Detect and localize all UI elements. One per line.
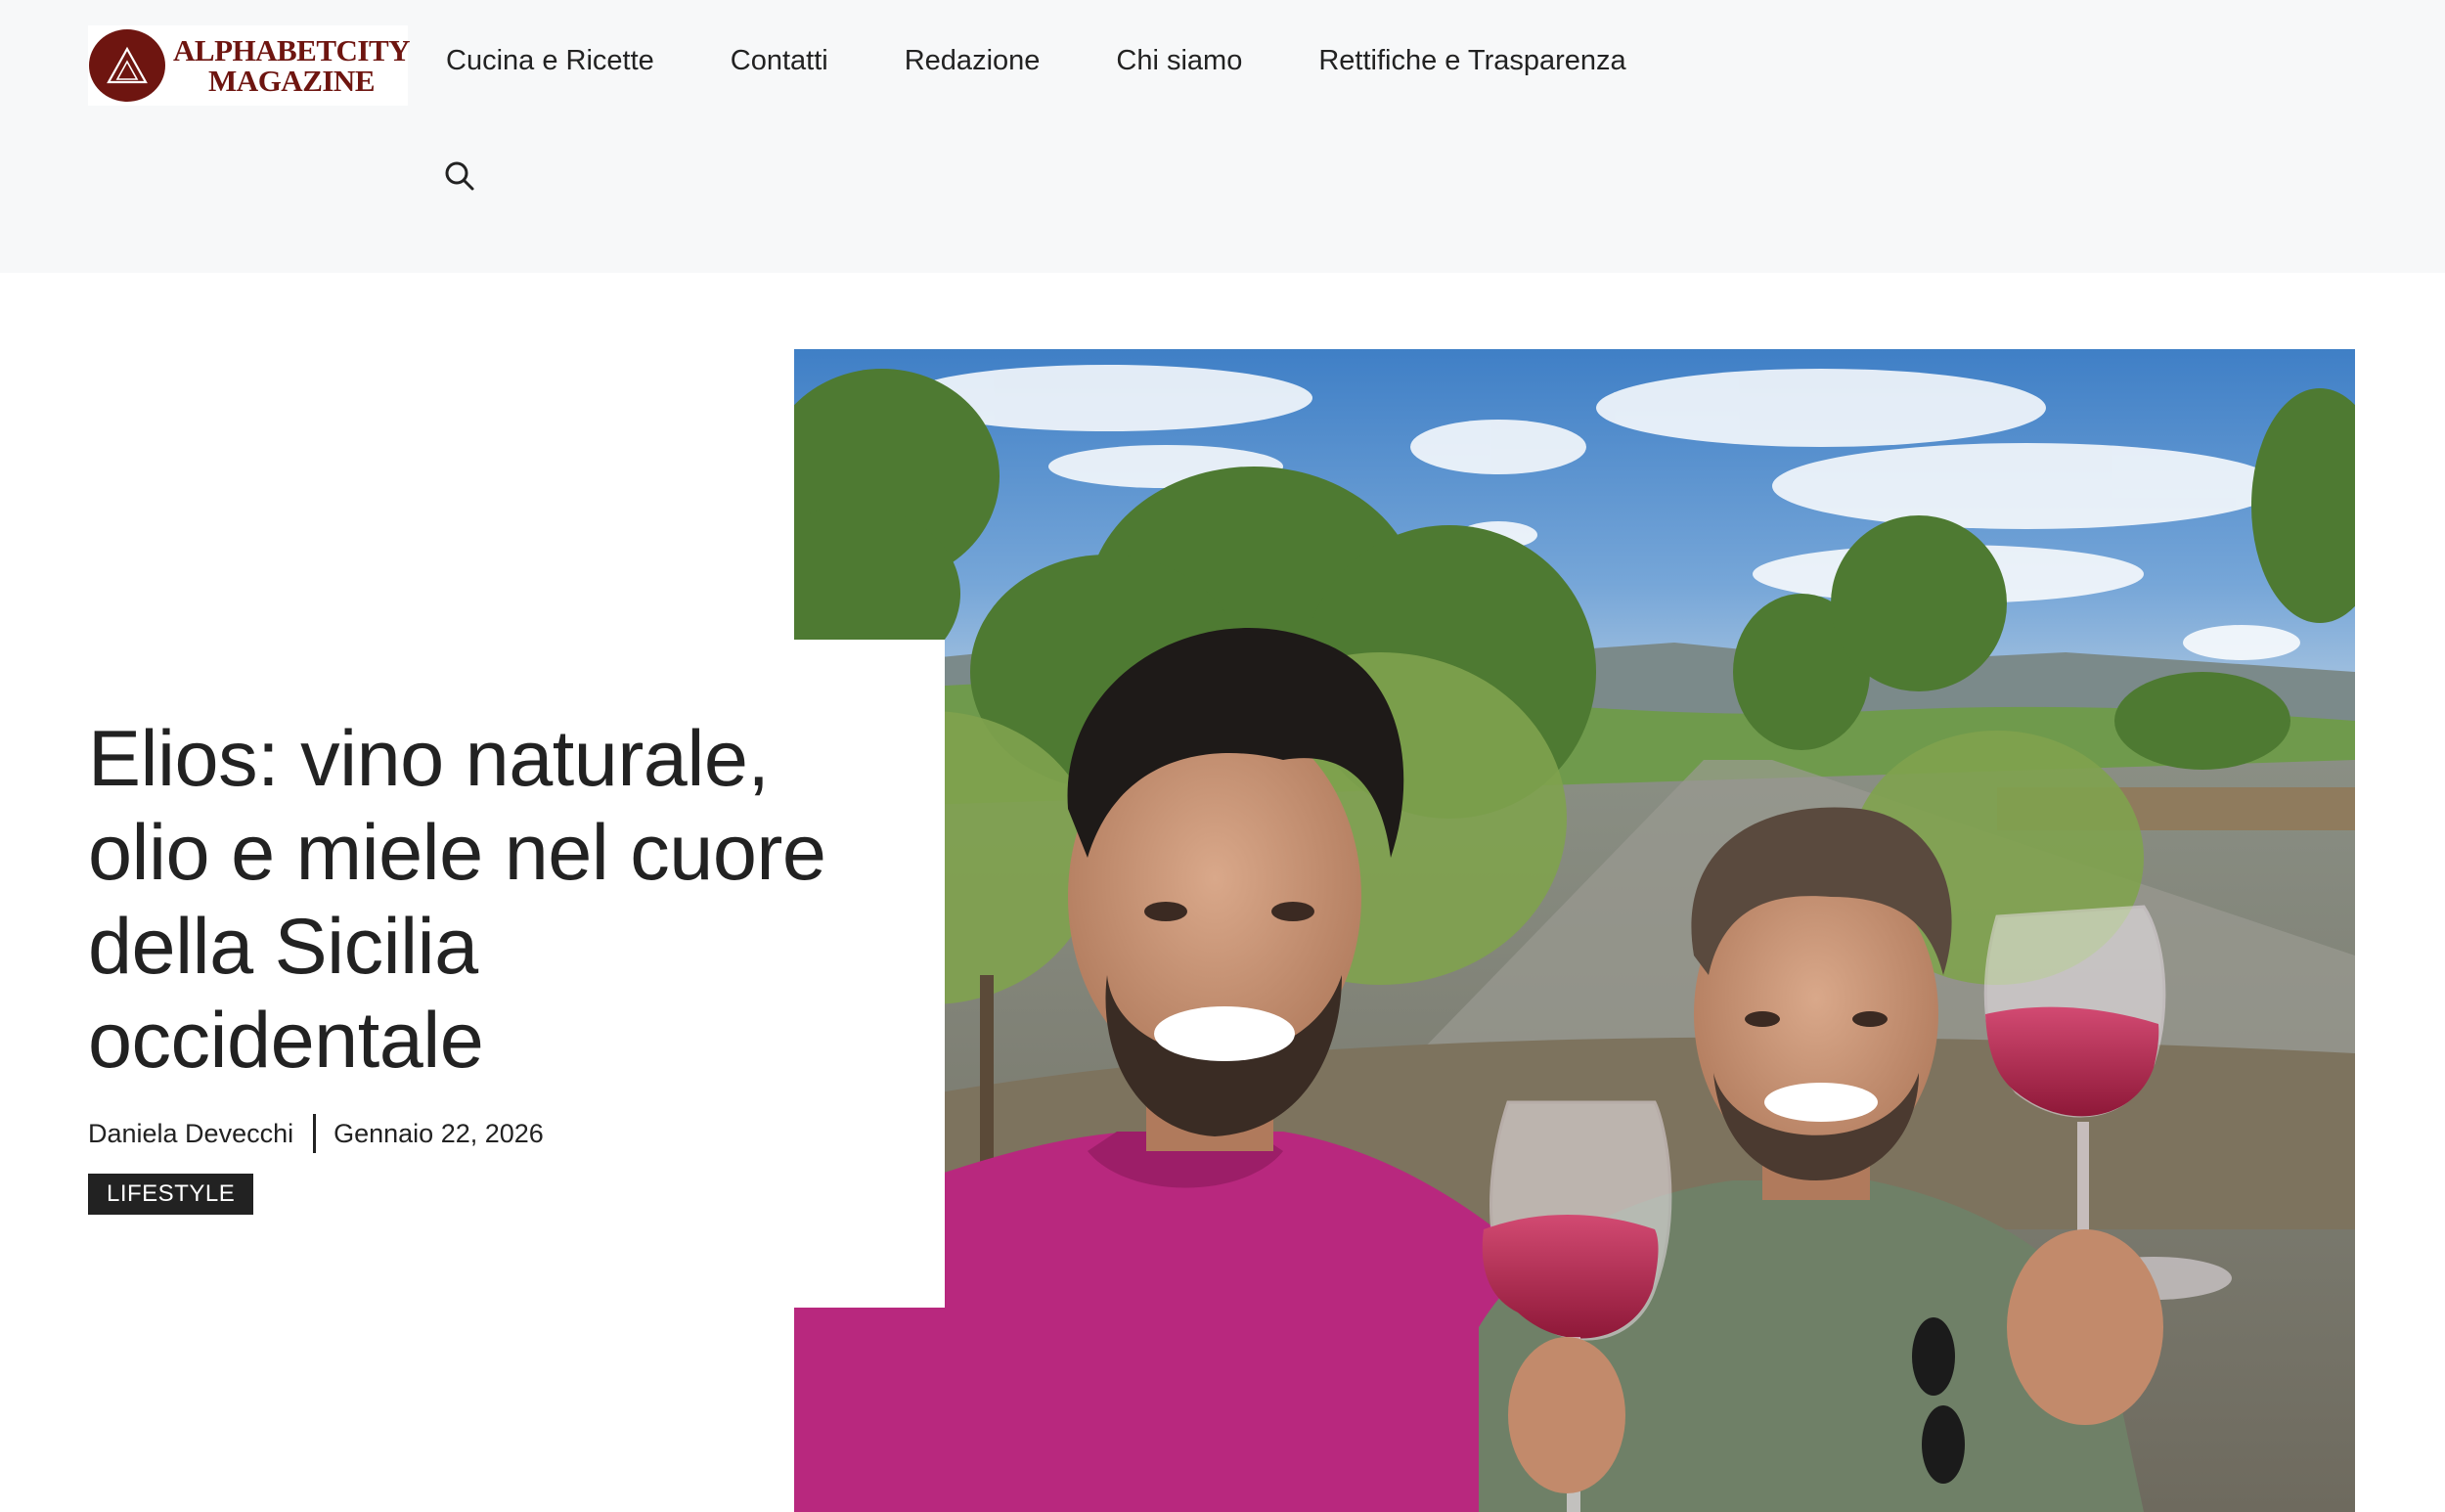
main-navigation: Cucina e Ricette Contatti Redazione Chi … — [446, 41, 1703, 80]
meta-divider — [313, 1114, 317, 1153]
site-logo[interactable]: ALPHABETCITY MAGAZINE — [88, 25, 411, 106]
logo-line-2: MAGAZINE — [208, 64, 375, 98]
logo-wordmark: ALPHABETCITY MAGAZINE — [173, 33, 411, 98]
search-button[interactable] — [442, 158, 477, 194]
nav-item-rettifiche-e-trasparenza[interactable]: Rettifiche e Trasparenza — [1318, 41, 1625, 80]
category-tag[interactable]: LIFESTYLE — [88, 1174, 254, 1215]
nav-item-cucina-e-ricette[interactable]: Cucina e Ricette — [446, 41, 654, 80]
featured-image — [794, 349, 2355, 1512]
article-title: Elios: vino naturale, olio e miele nel c… — [88, 715, 826, 1085]
publish-date: Gennaio 22, 2026 — [333, 1118, 544, 1148]
site-header: ALPHABETCITY MAGAZINE Cucina e Ricette C… — [0, 0, 2445, 273]
search-icon — [445, 161, 474, 191]
nav-item-contatti[interactable]: Contatti — [731, 41, 828, 80]
logo-line-1: ALPHABETCITY — [173, 33, 411, 67]
article-meta: Daniela Devecchi Gennaio 22, 2026 — [88, 1114, 544, 1153]
nav-item-chi-siamo[interactable]: Chi siamo — [1116, 41, 1242, 80]
nav-item-redazione[interactable]: Redazione — [905, 41, 1041, 80]
author-link[interactable]: Daniela Devecchi — [88, 1119, 293, 1149]
triangle-emblem-icon — [89, 29, 165, 102]
